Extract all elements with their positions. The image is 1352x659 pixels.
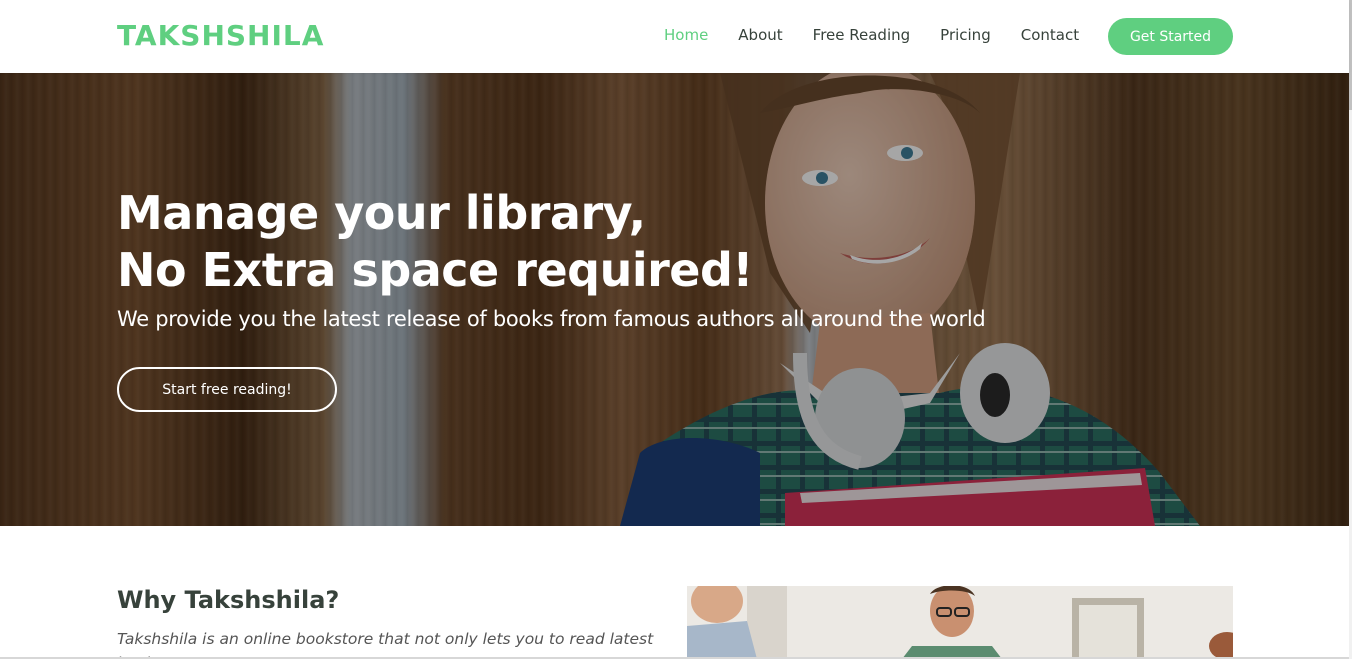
hero-overlay [0, 73, 1349, 526]
nav-pricing[interactable]: Pricing [940, 26, 991, 44]
site-header: TAKSHSHILA Home About Free Reading Prici… [0, 0, 1349, 73]
hero-title-line2: No Extra space required! [117, 243, 753, 297]
nav-contact[interactable]: Contact [1021, 26, 1079, 44]
nav-free-reading[interactable]: Free Reading [813, 26, 911, 44]
hero-title: Manage your library, No Extra space requ… [117, 185, 753, 299]
start-free-reading-button[interactable]: Start free reading! [117, 367, 337, 412]
about-photo [687, 586, 1233, 659]
hero-title-line1: Manage your library, [117, 186, 646, 240]
site-logo[interactable]: TAKSHSHILA [117, 19, 324, 52]
main-nav: Home About Free Reading Pricing Contact [664, 26, 1109, 44]
about-title: Why Takshshila? [117, 586, 340, 614]
nav-home[interactable]: Home [664, 26, 708, 44]
about-photo-people [687, 586, 1233, 659]
hero-section: Manage your library, No Extra space requ… [0, 73, 1349, 526]
about-text: Takshshila is an online bookstore that n… [117, 630, 654, 659]
hero-subtitle: We provide you the latest release of boo… [117, 307, 986, 331]
get-started-button[interactable]: Get Started [1108, 18, 1233, 55]
nav-about[interactable]: About [738, 26, 782, 44]
